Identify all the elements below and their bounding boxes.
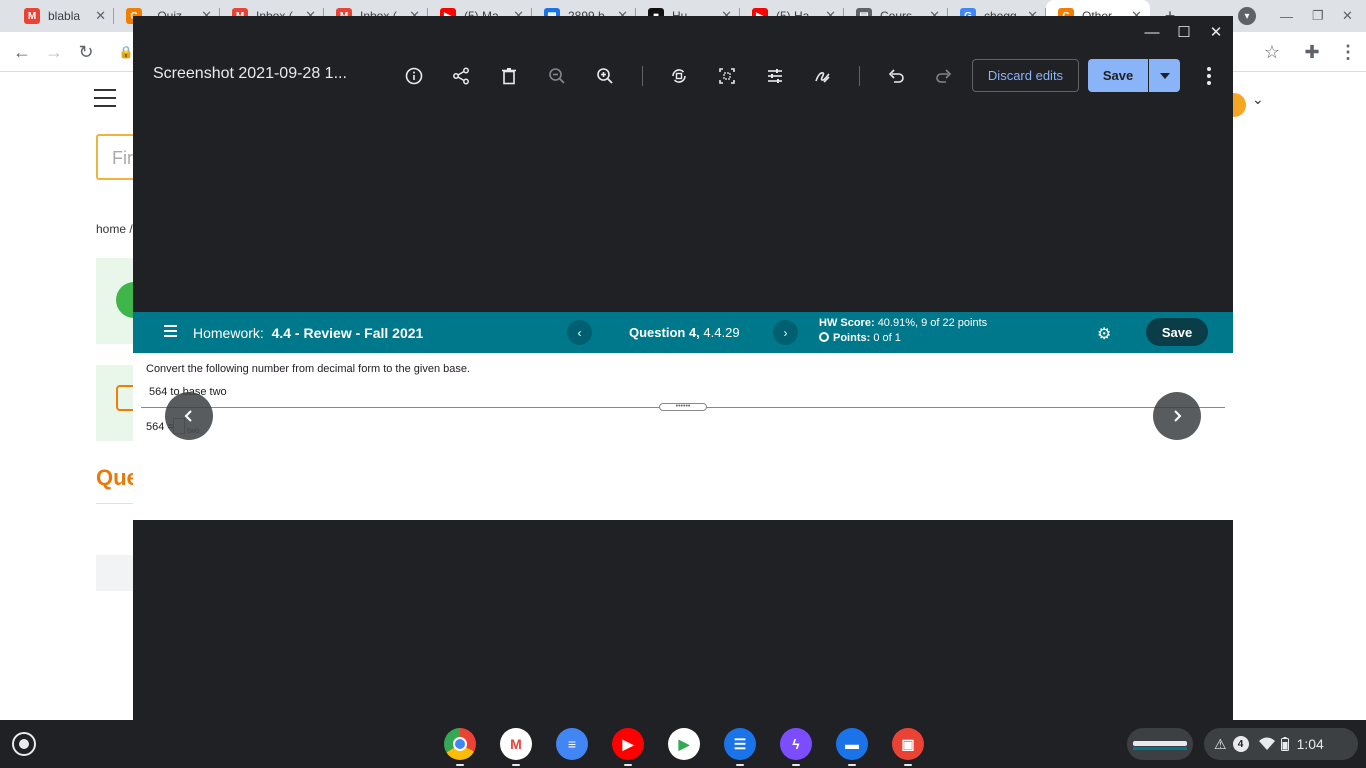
hw-score: HW Score: 40.91%, 9 of 22 points Points:… (819, 316, 987, 346)
gear-icon: ⚙ (1097, 326, 1112, 343)
previous-image-button[interactable] (165, 392, 213, 440)
notification-count: 4 (1232, 736, 1249, 752)
launcher-icon[interactable] (12, 732, 36, 756)
gmail-app-icon[interactable]: M (500, 728, 532, 766)
rotate-icon[interactable] (666, 63, 692, 89)
back-arrow-icon[interactable]: ← (8, 38, 36, 66)
homework-prefix: Homework: (193, 325, 264, 341)
undo-icon[interactable] (883, 63, 909, 89)
share-icon[interactable] (448, 63, 474, 89)
redo-icon[interactable] (931, 63, 957, 89)
delete-trash-icon[interactable] (496, 63, 522, 89)
viewer-more-options-icon[interactable] (1199, 63, 1219, 89)
close-window-icon[interactable]: ✕ (1342, 0, 1353, 32)
breadcrumb[interactable]: home / (96, 222, 133, 236)
homework-header-bar: Homework: 4.4 - Review - Fall 2021 ‹ Que… (133, 312, 1233, 353)
caret-down-icon (1159, 72, 1170, 79)
crop-icon[interactable] (714, 63, 740, 89)
next-question-icon: › (773, 320, 798, 345)
zoom-out-icon[interactable] (544, 63, 570, 89)
question-label: Question 4, (629, 325, 700, 340)
youtube-app-icon[interactable]: ▶ (612, 728, 644, 766)
clock: 1:04 (1296, 736, 1324, 752)
chevron-right-icon (1174, 410, 1182, 422)
discard-edits-button[interactable]: Discard edits (972, 59, 1079, 92)
tab-search-icon[interactable]: ▾ (1238, 0, 1256, 32)
gmail-icon: M (24, 8, 40, 24)
question-id: 4.4.29 (703, 325, 740, 340)
browser-menu-icon[interactable]: ⋮ (1334, 38, 1362, 66)
browser-tab[interactable]: Mblabla ✕ (12, 0, 114, 32)
viewer-minimize-icon[interactable]: — (1142, 22, 1162, 42)
viewer-file-title: Screenshot 2021-09-28 1... (153, 65, 347, 82)
zoom-in-icon[interactable] (592, 63, 618, 89)
extensions-puzzle-icon[interactable]: ✚ (1298, 38, 1326, 66)
reload-icon[interactable]: ↻ (72, 38, 100, 66)
os-shelf: M ≡ ▶ ▶ ☰ ϟ ▬ ▣ ⚠ 4 1:04 (0, 720, 1366, 768)
question-indicator: Question 4, 4.4.29 (629, 325, 740, 340)
play-store-app-icon[interactable]: ▶ (668, 728, 700, 760)
status-tray[interactable]: ⚠ 4 1:04 (1204, 728, 1358, 760)
viewer-save-button[interactable]: Save (1088, 59, 1148, 92)
points-label: Points: (833, 332, 871, 344)
next-image-button[interactable] (1153, 392, 1201, 440)
messenger-app-icon[interactable]: ϟ (780, 728, 812, 766)
adjust-sliders-icon[interactable] (762, 63, 788, 89)
docs-app-icon[interactable]: ≡ (556, 728, 588, 760)
minimize-window-icon[interactable]: — (1280, 0, 1293, 32)
restore-window-icon[interactable]: ❐ (1312, 0, 1324, 32)
viewer-maximize-icon[interactable]: ☐ (1174, 22, 1194, 42)
holding-space-thumbnail[interactable] (1127, 728, 1193, 760)
toolbar-divider (859, 66, 860, 86)
question-instruction: Convert the following number from decima… (146, 363, 471, 375)
gallery-app-icon[interactable]: ▣ (892, 728, 924, 766)
site-menu-icon[interactable] (94, 89, 116, 113)
messages-app-icon[interactable]: ☰ (724, 728, 756, 766)
toolbar-divider (642, 66, 643, 86)
chrome-app-icon[interactable] (444, 728, 476, 766)
close-tab-icon[interactable]: ✕ (95, 8, 106, 24)
homework-name: 4.4 - Review - Fall 2021 (271, 325, 424, 341)
files-app-icon[interactable]: ▬ (836, 728, 868, 766)
save-options-dropdown[interactable] (1149, 59, 1180, 92)
markup-pen-icon[interactable] (810, 63, 836, 89)
points-circle-icon (819, 332, 829, 342)
gallery-image-viewer: — ☐ ✕ Screenshot 2021-09-28 1... Discard… (133, 16, 1233, 720)
wifi-icon (1258, 737, 1275, 750)
right-rail (1232, 233, 1240, 723)
notification-warning-icon: ⚠ (1214, 735, 1227, 752)
score-label: HW Score: (819, 317, 875, 329)
homework-menu-icon (164, 325, 177, 340)
chevron-down-icon[interactable]: ⌄ (1252, 91, 1264, 108)
forward-arrow-icon[interactable]: → (40, 38, 68, 66)
browser-tab-label: blabla (48, 9, 81, 23)
homework-save-button: Save (1146, 318, 1208, 346)
score-value: 40.91%, 9 of 22 points (877, 317, 988, 329)
resize-handle-icon: •••••• (659, 403, 707, 411)
bookmark-star-icon[interactable]: ☆ (1258, 38, 1286, 66)
previous-question-icon: ‹ (567, 320, 592, 345)
chevron-left-icon (184, 410, 192, 422)
points-value: 0 of 1 (873, 332, 901, 344)
viewer-close-icon[interactable]: ✕ (1206, 22, 1226, 42)
info-icon[interactable] (401, 63, 427, 89)
battery-icon (1280, 737, 1289, 751)
homework-title: Homework: 4.4 - Review - Fall 2021 (193, 325, 423, 341)
displayed-screenshot-image: Homework: 4.4 - Review - Fall 2021 ‹ Que… (133, 312, 1233, 520)
